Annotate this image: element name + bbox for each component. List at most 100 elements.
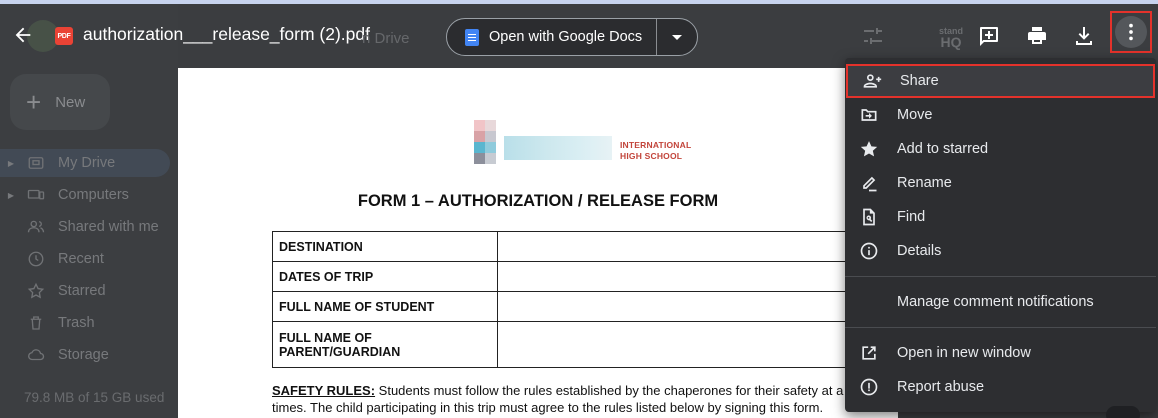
document-title: FORM 1 – AUTHORIZATION / RELEASE FORM — [357, 192, 719, 210]
logo-wordmark — [504, 136, 612, 160]
table-cell-label: DATES OF TRIP — [272, 261, 498, 292]
sidebar-item-shared-with-me[interactable]: Shared with me — [0, 213, 178, 241]
menu-item-label: Open in new window — [897, 345, 1031, 361]
logo-mosaic-icon — [474, 120, 496, 164]
add-comment-button[interactable] — [975, 22, 1003, 50]
logo-line2: HIGH SCHOOL — [620, 151, 683, 161]
trash-icon — [26, 314, 46, 332]
sidebar-item-starred[interactable]: Starred — [0, 277, 178, 305]
menu-item-move[interactable]: Move — [845, 98, 1156, 132]
print-button[interactable] — [1023, 22, 1051, 50]
school-logo: INTERNATIONAL HIGH SCHOOL — [474, 120, 694, 164]
table-cell-value — [497, 261, 898, 292]
table-cell-label: DESTINATION — [272, 231, 498, 262]
sidebar-item-my-drive[interactable]: ▶ My Drive — [0, 149, 170, 177]
more-options-button[interactable] — [1110, 11, 1152, 53]
safety-rules-text: Students must follow the rules establish… — [375, 383, 844, 398]
stand-icon-line2: HQ — [940, 34, 962, 50]
open-with-dropdown-button[interactable] — [657, 31, 697, 43]
sidebar-item-label: Shared with me — [58, 219, 159, 235]
menu-item-details[interactable]: Details — [845, 234, 1156, 268]
table-cell-value — [497, 291, 898, 322]
my-drive-icon — [26, 154, 46, 172]
background-page-title: n Drive — [362, 30, 410, 47]
pdf-file-icon: PDF — [55, 27, 73, 45]
new-button-label: New — [55, 93, 86, 111]
menu-item-share[interactable]: Share — [846, 64, 1155, 98]
info-icon — [858, 241, 880, 261]
more-vert-icon — [1129, 23, 1133, 41]
download-button[interactable] — [1070, 22, 1098, 50]
storage-usage-text: 79.8 MB of 15 GB used — [24, 390, 165, 405]
caret-right-icon: ▶ — [7, 190, 14, 200]
add-comment-icon — [980, 27, 998, 46]
file-title: authorization___release_form (2).pdf — [83, 24, 370, 44]
sidebar-item-label: Starred — [58, 283, 106, 299]
new-button[interactable]: + New — [10, 74, 110, 130]
menu-item-label: Rename — [897, 175, 952, 191]
table-cell-label: FULL NAME OF STUDENT — [272, 291, 498, 322]
menu-item-label: Add to starred — [897, 141, 989, 157]
table-cell-value — [497, 231, 898, 262]
open-with-google-docs-button[interactable]: Open with Google Docs — [447, 19, 658, 55]
computer-icon — [26, 186, 46, 204]
print-icon — [1028, 27, 1046, 44]
find-in-page-icon — [858, 207, 880, 227]
safety-rules-text-line2: times. The child participating in this t… — [272, 400, 824, 415]
menu-item-report-abuse[interactable]: Report abuse — [845, 370, 1156, 404]
menu-item-label: Manage comment notifications — [897, 294, 1094, 310]
sidebar-item-trash[interactable]: Trash — [0, 309, 178, 337]
table-row: FULL NAME OF PARENT/GUARDIAN — [272, 321, 898, 368]
caret-right-icon: ▶ — [7, 158, 14, 168]
star-outline-icon — [26, 282, 46, 300]
more-options-menu: Share Move Add to starred Rename Find De… — [845, 58, 1156, 412]
sidebar-item-label: My Drive — [58, 155, 116, 171]
star-icon — [858, 139, 880, 159]
table-cell-label: FULL NAME OF PARENT/GUARDIAN — [272, 321, 498, 368]
table-cell-value — [497, 321, 898, 368]
menu-item-label: Report abuse — [897, 379, 985, 395]
menu-item-label: Details — [897, 243, 942, 259]
back-button[interactable] — [10, 22, 36, 48]
menu-item-label: Move — [897, 107, 933, 123]
menu-divider — [845, 327, 1156, 328]
people-icon — [26, 218, 46, 236]
menu-item-label: Find — [897, 209, 926, 225]
google-docs-icon — [465, 28, 479, 46]
menu-item-rename[interactable]: Rename — [845, 166, 1156, 200]
cloud-icon — [26, 346, 46, 364]
sidebar-item-label: Recent — [58, 251, 104, 267]
sidebar-item-storage[interactable]: Storage — [0, 341, 178, 369]
table-row: FULL NAME OF STUDENT — [272, 291, 898, 322]
scroll-indicator — [1106, 406, 1140, 418]
stand-hq-icon[interactable]: stand HQ — [937, 24, 965, 52]
menu-item-manage-comment-notifications[interactable]: Manage comment notifications — [845, 285, 1156, 319]
plus-icon: + — [26, 87, 42, 117]
safety-rules-paragraph: SAFETY RULES: Students must follow the r… — [272, 382, 892, 416]
menu-item-find[interactable]: Find — [845, 200, 1156, 234]
download-icon — [1076, 27, 1092, 45]
adjust-icon[interactable] — [859, 22, 887, 50]
person-add-icon — [861, 71, 883, 91]
sidebar-item-computers[interactable]: ▶ Computers — [0, 181, 178, 209]
table-row: DESTINATION — [272, 231, 898, 262]
logo-line1: INTERNATIONAL — [620, 140, 692, 150]
sidebar-item-label: Computers — [58, 187, 129, 203]
move-folder-icon — [858, 105, 880, 125]
menu-item-open-in-new-window[interactable]: Open in new window — [845, 336, 1156, 370]
sidebar-item-recent[interactable]: Recent — [0, 245, 178, 273]
menu-divider — [845, 276, 1156, 277]
form-table: DESTINATION DATES OF TRIP FULL NAME OF S… — [272, 231, 898, 368]
sidebar-item-label: Trash — [58, 315, 95, 331]
table-row: DATES OF TRIP — [272, 261, 898, 292]
pdf-page: INTERNATIONAL HIGH SCHOOL FORM 1 – AUTHO… — [178, 68, 898, 418]
arrow-back-icon — [15, 27, 31, 43]
safety-rules-heading: SAFETY RULES: — [272, 383, 376, 398]
caret-down-icon — [672, 35, 683, 40]
menu-item-label: Share — [900, 73, 939, 89]
menu-item-add-to-starred[interactable]: Add to starred — [845, 132, 1156, 166]
clock-icon — [26, 250, 46, 268]
open-with-group: Open with Google Docs — [446, 18, 698, 56]
open-in-new-icon — [858, 343, 880, 363]
sidebar-item-label: Storage — [58, 347, 109, 363]
